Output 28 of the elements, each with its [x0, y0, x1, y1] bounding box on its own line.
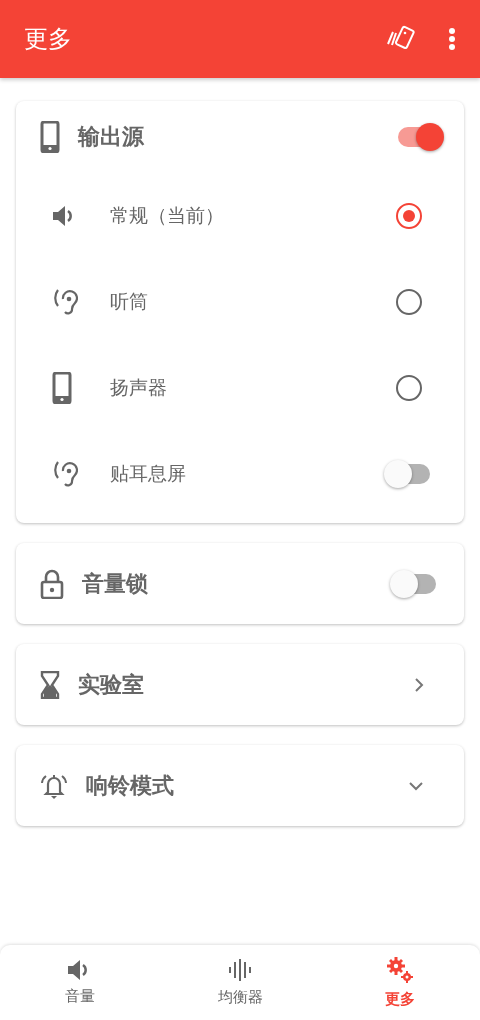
radio-button[interactable] [396, 203, 422, 229]
card-title: 实验室 [78, 670, 145, 699]
chevron-right-icon [414, 676, 424, 693]
nav-tab[interactable]: 均衡器 [160, 945, 320, 1020]
radio-button[interactable] [396, 375, 422, 401]
gears-icon [386, 956, 414, 984]
lock-icon [40, 568, 64, 599]
sound-wave-icon [228, 958, 252, 982]
card-title: 音量锁 [82, 569, 149, 598]
card-title: 输出源 [78, 123, 145, 151]
ear-icon [52, 287, 78, 317]
settings-card[interactable]: 实验室 [16, 644, 464, 725]
settings-card[interactable]: 音量锁 [16, 543, 464, 624]
option-label: 贴耳息屏 [110, 461, 187, 486]
hourglass-icon [40, 670, 60, 699]
more-menu-icon[interactable] [448, 27, 456, 51]
nav-tab[interactable]: 音量 [0, 945, 160, 1020]
radio-button[interactable] [396, 289, 422, 315]
card-title: 响铃模式 [86, 771, 175, 800]
option-label: 扬声器 [110, 375, 168, 400]
option-label: 常规（当前） [110, 203, 225, 228]
app-bar-title: 更多 [24, 24, 72, 55]
option-label: 听筒 [110, 289, 149, 314]
phone-icon [40, 121, 60, 153]
nav-tab[interactable]: 更多 [320, 945, 480, 1020]
settings-card[interactable]: 响铃模式 [16, 745, 464, 826]
phone-icon [52, 372, 72, 404]
ear-icon [52, 459, 78, 489]
